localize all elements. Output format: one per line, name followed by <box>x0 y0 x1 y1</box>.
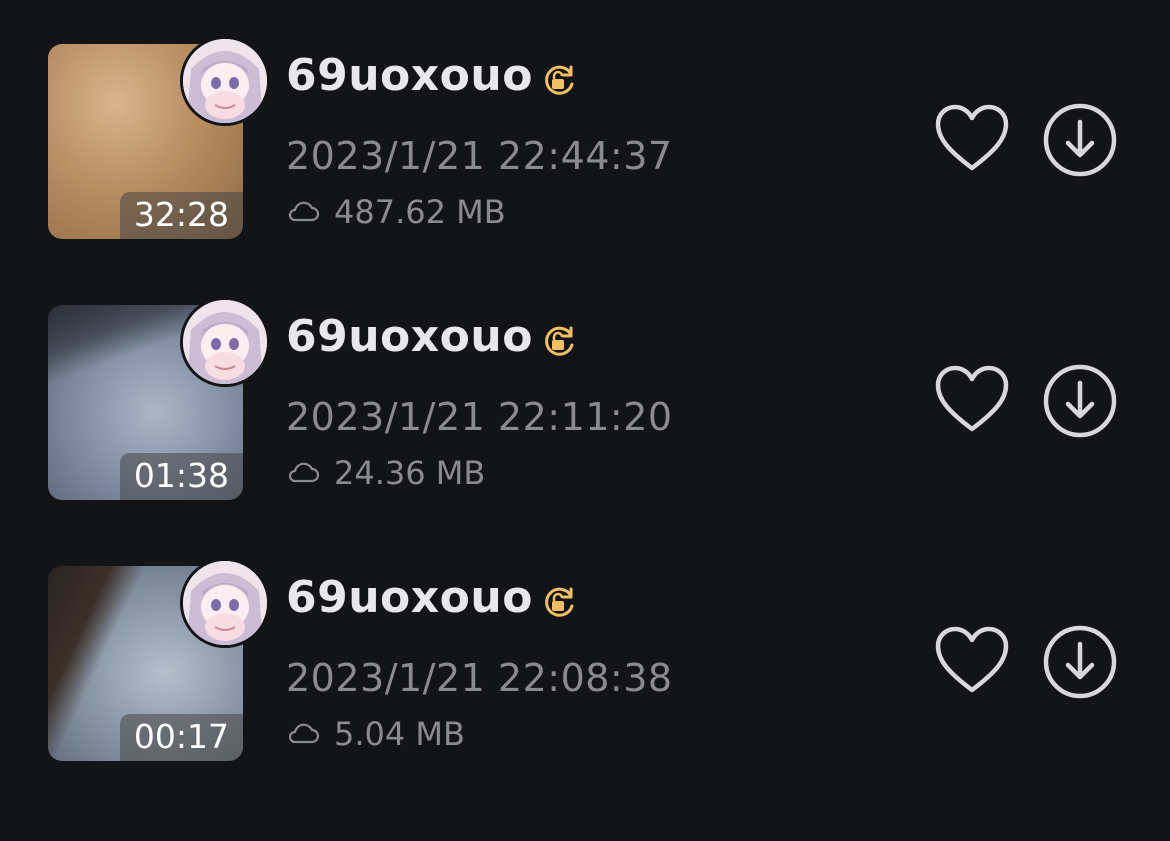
list-item[interactable]: 00:17 69uoxouo 2023/1/21 22:08:38 5.04 M… <box>0 558 1170 762</box>
lock-rotate-icon <box>545 65 574 95</box>
duration-badge: 01:38 <box>119 453 243 500</box>
author-name[interactable]: 69uoxouo <box>286 48 533 104</box>
download-button[interactable] <box>1042 363 1118 439</box>
heart-icon <box>935 626 1009 693</box>
lock-rotate-icon <box>545 587 574 617</box>
cloud-icon <box>288 723 320 744</box>
favorite-button[interactable] <box>934 624 1010 698</box>
avatar[interactable] <box>180 558 270 648</box>
file-size: 487.62 MB <box>334 193 506 231</box>
favorite-button[interactable] <box>934 363 1010 437</box>
author-name[interactable]: 69uoxouo <box>286 570 533 626</box>
avatar[interactable] <box>180 297 270 387</box>
cloud-icon <box>288 462 320 483</box>
list-item[interactable]: 32:28 69uoxouo 2023/1/21 22:44:37 487.62… <box>0 36 1170 240</box>
list-item[interactable]: 01:38 69uoxouo 2023/1/21 22:11:20 24.36 … <box>0 297 1170 501</box>
upload-datetime: 2023/1/21 22:44:37 <box>286 134 673 178</box>
upload-datetime: 2023/1/21 22:11:20 <box>286 395 673 439</box>
duration-badge: 00:17 <box>119 714 243 761</box>
download-icon <box>1043 103 1117 177</box>
cloud-icon <box>288 201 320 222</box>
download-button[interactable] <box>1042 624 1118 700</box>
download-icon <box>1043 625 1117 699</box>
upload-datetime: 2023/1/21 22:08:38 <box>286 656 673 700</box>
author-name[interactable]: 69uoxouo <box>286 309 533 365</box>
avatar[interactable] <box>180 36 270 126</box>
download-icon <box>1043 364 1117 438</box>
file-size: 5.04 MB <box>334 715 465 753</box>
lock-rotate-icon <box>545 326 574 356</box>
heart-icon <box>935 365 1009 432</box>
heart-icon <box>935 104 1009 171</box>
video-list: 32:28 69uoxouo 2023/1/21 22:44:37 487.62… <box>0 0 1170 841</box>
file-size: 24.36 MB <box>334 454 486 492</box>
download-button[interactable] <box>1042 102 1118 178</box>
favorite-button[interactable] <box>934 102 1010 176</box>
duration-badge: 32:28 <box>119 192 243 239</box>
